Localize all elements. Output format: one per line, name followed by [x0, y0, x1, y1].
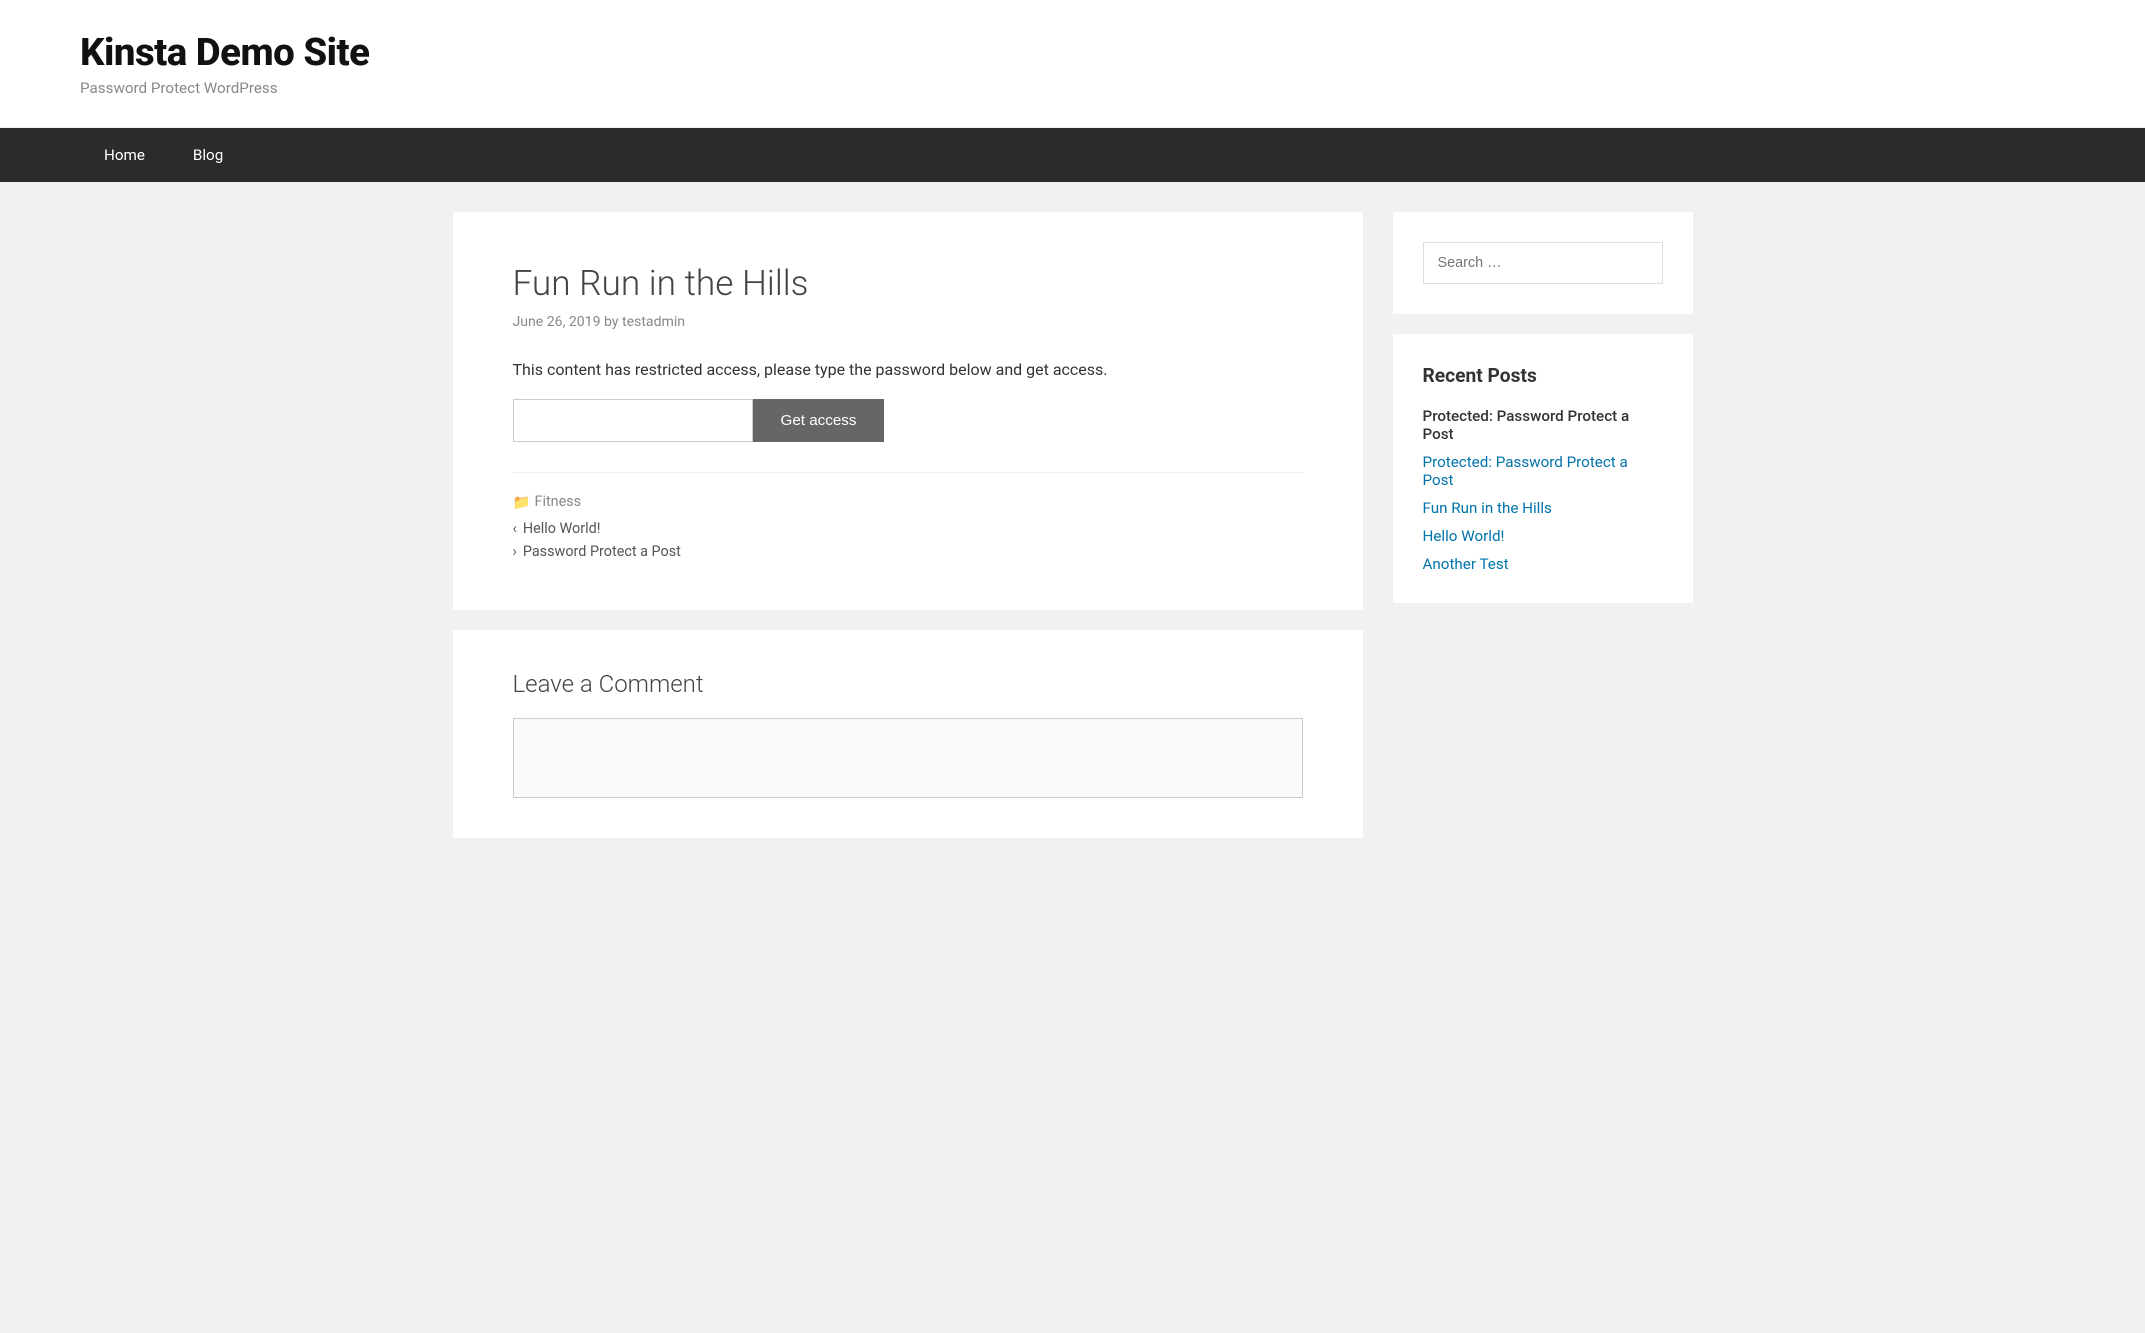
comment-title: Leave a Comment — [513, 670, 1303, 698]
search-input[interactable] — [1423, 242, 1663, 284]
prev-arrow: ‹ — [513, 520, 517, 537]
recent-post-link[interactable]: Another Test — [1423, 555, 1509, 573]
nav-link-blog[interactable]: Blog — [169, 128, 247, 182]
nav-link-home[interactable]: Home — [80, 128, 169, 182]
folder-icon: 📁 — [513, 494, 529, 510]
comment-section: Leave a Comment — [453, 630, 1363, 838]
recent-posts-list: Protected: Password Protect a Post Protec… — [1423, 407, 1663, 573]
get-access-button[interactable]: Get access — [753, 399, 885, 442]
recent-post-item: Protected: Password Protect a Post — [1423, 407, 1663, 443]
post-author[interactable]: testadmin — [622, 314, 685, 330]
recent-post-item[interactable]: Protected: Password Protect a Post — [1423, 453, 1663, 489]
post-footer: 📁 Fitness ‹ Hello World! › Password Prot… — [513, 472, 1303, 560]
password-form: Get access — [513, 399, 1303, 442]
search-widget — [1393, 212, 1693, 314]
main-wrapper: Fun Run in the Hills June 26, 2019 by te… — [373, 182, 1773, 868]
post-date: June 26, 2019 — [513, 314, 601, 330]
recent-post-item[interactable]: Fun Run in the Hills — [1423, 499, 1663, 517]
recent-post-link[interactable]: Protected: Password Protect a Post — [1423, 453, 1628, 489]
site-tagline: Password Protect WordPress — [80, 79, 2065, 97]
post-nav-next: › Password Protect a Post — [513, 543, 1303, 560]
post-by: by — [604, 314, 622, 330]
sidebar: Recent Posts Protected: Password Protect… — [1393, 212, 1693, 603]
recent-post-link[interactable]: Hello World! — [1423, 527, 1505, 545]
recent-post-item[interactable]: Another Test — [1423, 555, 1663, 573]
next-post-link[interactable]: Password Protect a Post — [523, 543, 681, 560]
site-nav: Home Blog — [0, 128, 2145, 182]
restricted-message: This content has restricted access, plea… — [513, 360, 1303, 379]
nav-item-home[interactable]: Home — [80, 128, 169, 182]
site-header: Kinsta Demo Site Password Protect WordPr… — [0, 0, 2145, 128]
category-link[interactable]: Fitness — [535, 493, 582, 510]
post-meta: June 26, 2019 by testadmin — [513, 314, 1303, 330]
recent-posts-title: Recent Posts — [1423, 364, 1663, 387]
post-categories: 📁 Fitness — [513, 493, 1303, 510]
recent-post-link[interactable]: Fun Run in the Hills — [1423, 499, 1552, 517]
nav-item-blog[interactable]: Blog — [169, 128, 247, 182]
post-nav-prev: ‹ Hello World! — [513, 520, 1303, 537]
comment-textarea[interactable] — [514, 719, 1302, 797]
recent-post-item[interactable]: Hello World! — [1423, 527, 1663, 545]
post-nav: ‹ Hello World! › Password Protect a Post — [513, 520, 1303, 560]
prev-post-link[interactable]: Hello World! — [523, 520, 601, 537]
password-input[interactable] — [513, 399, 753, 442]
content-area: Fun Run in the Hills June 26, 2019 by te… — [453, 212, 1363, 838]
site-title: Kinsta Demo Site — [80, 30, 2065, 75]
post-card: Fun Run in the Hills June 26, 2019 by te… — [453, 212, 1363, 610]
comment-textarea-wrapper — [513, 718, 1303, 798]
post-title: Fun Run in the Hills — [513, 262, 1303, 304]
recent-posts-widget: Recent Posts Protected: Password Protect… — [1393, 334, 1693, 603]
next-arrow: › — [513, 543, 517, 560]
